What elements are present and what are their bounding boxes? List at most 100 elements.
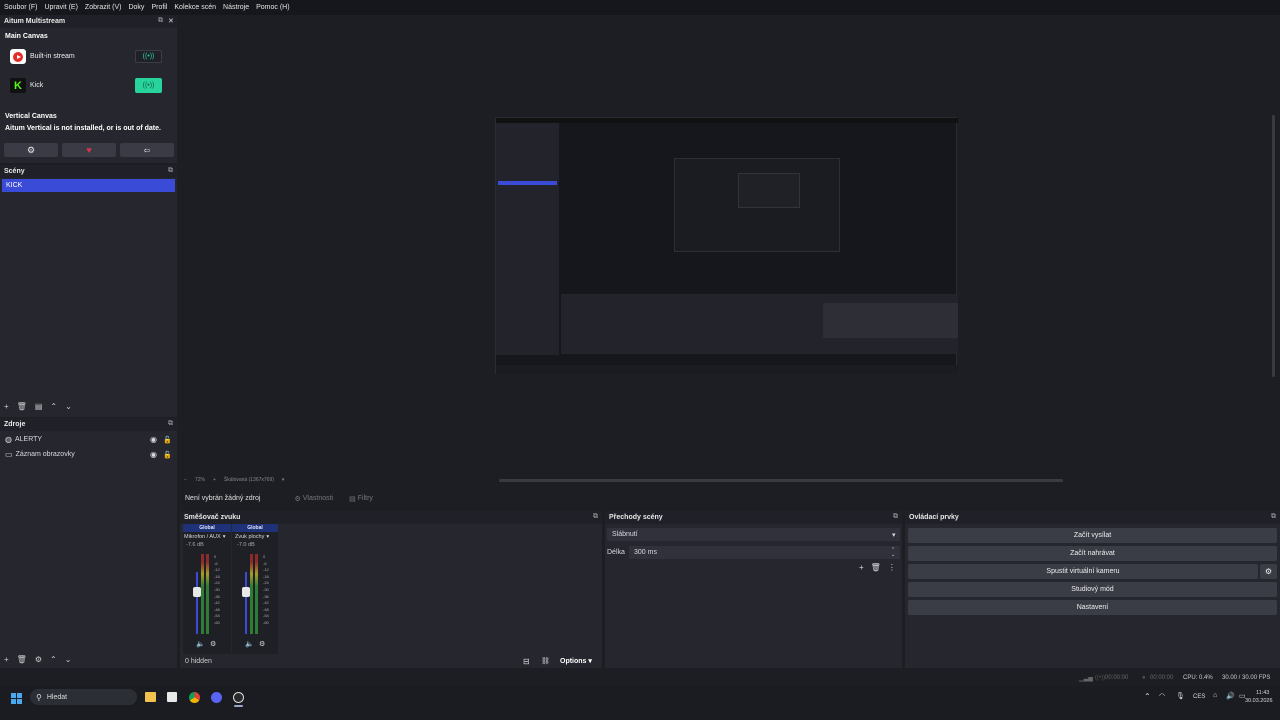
kick-stream-toggle[interactable]: ((•)): [135, 78, 162, 93]
network-icon[interactable]: ⌂: [1213, 692, 1217, 699]
spinner-icon[interactable]: ⌃ ⌄: [891, 547, 895, 558]
volume-meter: [250, 554, 253, 634]
preview-vscrollbar[interactable]: [1272, 115, 1275, 377]
speaker-icon[interactable]: 🔈: [245, 640, 254, 648]
down-arrow-icon[interactable]: ⌄: [65, 402, 72, 411]
trash-icon[interactable]: 🗑: [17, 655, 27, 664]
menu-help[interactable]: Pomoc (H): [256, 4, 289, 11]
properties-button[interactable]: ⚙ Vlastnosti: [294, 495, 333, 503]
filters-button[interactable]: ▤ Filtry: [349, 495, 373, 503]
float-icon[interactable]: ⧉: [158, 17, 163, 25]
close-icon[interactable]: ✕: [168, 17, 174, 25]
volume-icon[interactable]: 🔊: [1226, 692, 1235, 700]
volume-slider-handle[interactable]: [193, 587, 201, 597]
chrome-icon[interactable]: [189, 692, 200, 703]
chevron-up-icon[interactable]: ⌃: [1144, 692, 1151, 701]
virtual-camera-button[interactable]: Spustit virtuální kameru: [908, 564, 1258, 579]
float-icon[interactable]: ⧉: [168, 167, 173, 175]
up-arrow-icon[interactable]: ⌃: [50, 402, 57, 411]
add-icon[interactable]: +: [4, 402, 9, 411]
sources-title: Zdroje: [0, 418, 177, 431]
filter-icon[interactable]: ▤: [35, 402, 43, 411]
volume-slider-handle[interactable]: [242, 587, 250, 597]
float-icon[interactable]: ⧉: [893, 513, 898, 521]
menu-file[interactable]: Soubor (F): [4, 4, 37, 11]
lock-icon[interactable]: 🔓: [163, 451, 172, 459]
down-arrow-icon[interactable]: ⌄: [65, 655, 72, 664]
kick-icon: K: [10, 78, 26, 93]
mixer-settings-icon[interactable]: ⚙: [259, 640, 265, 648]
layout-icon[interactable]: ⊟: [523, 657, 530, 666]
record-indicator-icon: ●: [1142, 675, 1146, 681]
add-icon[interactable]: +: [4, 655, 9, 664]
properties-label: Vlastnosti: [302, 495, 334, 502]
output-name: Built-in stream: [30, 53, 75, 60]
start-recording-button[interactable]: Začít nahrávat: [908, 546, 1277, 561]
chevron-down-icon[interactable]: ▾: [223, 534, 226, 540]
float-icon[interactable]: ⧉: [593, 513, 598, 521]
preview-zoom-bar: − 72% + Škálovaná (1367x769) ▾: [184, 477, 284, 483]
lock-icon[interactable]: 🔓: [163, 436, 172, 444]
share-button[interactable]: ⇦: [120, 143, 174, 157]
zoom-out-icon[interactable]: −: [184, 477, 187, 483]
add-icon[interactable]: +: [859, 563, 864, 572]
trash-icon[interactable]: 🗑: [17, 402, 27, 411]
signal-icon: ▁▃▅: [1079, 675, 1093, 682]
donate-button[interactable]: ♥: [62, 143, 116, 157]
duration-input[interactable]: 300 ms ⌃ ⌄: [629, 546, 900, 559]
settings-button[interactable]: ⚙: [4, 143, 58, 157]
builtin-stream-toggle[interactable]: ((•)): [135, 50, 162, 63]
windows-start-icon[interactable]: [11, 693, 22, 704]
menu-scene-collection[interactable]: Kolekce scén: [174, 4, 216, 11]
channel-db: -7.6 dB: [186, 542, 204, 548]
studio-mode-button[interactable]: Studiový mód: [908, 582, 1277, 597]
menu-bar: Soubor (F) Upravit (E) Zobrazit (V) Doky…: [0, 0, 1280, 15]
wifi-icon[interactable]: ◠: [1159, 692, 1165, 700]
more-icon[interactable]: ⋮: [888, 563, 896, 572]
transition-select[interactable]: Slábnutí ▾: [607, 528, 900, 541]
menu-profile[interactable]: Profil: [151, 4, 167, 11]
start-streaming-button[interactable]: Začít vysílat: [908, 528, 1277, 543]
preview-scrollbar[interactable]: [499, 479, 1063, 482]
volume-slider-track[interactable]: [245, 572, 247, 634]
virtual-camera-settings-button[interactable]: ⚙: [1260, 564, 1277, 579]
file-explorer-icon[interactable]: [145, 692, 156, 702]
clock-time[interactable]: 11:43: [1256, 690, 1269, 696]
eye-icon[interactable]: ◉: [150, 435, 157, 444]
menu-tools[interactable]: Nástroje: [223, 4, 249, 11]
mixer-settings-icon[interactable]: ⚙: [210, 640, 216, 648]
source-item-screen[interactable]: ▭ Záznam obrazovky ◉ 🔓: [5, 449, 175, 460]
volume-slider-track[interactable]: [196, 572, 198, 634]
meter-scale: 0 -6 -12 -18 -24 -30 -36 -42 -48 -54 -60: [214, 554, 220, 627]
menu-edit[interactable]: Upravit (E): [44, 4, 77, 11]
clock-date[interactable]: 30.03.2026: [1245, 698, 1273, 704]
audio-mixer-dock: Směšovač zvuku ⧉ Global Mikrofon / AUX ▾…: [180, 511, 602, 668]
preview-area[interactable]: − 72% + Škálovaná (1367x769) ▾: [179, 15, 1280, 487]
chevron-down-icon[interactable]: ▾: [266, 534, 269, 540]
zoom-in-icon[interactable]: +: [213, 477, 216, 483]
gear-icon[interactable]: ⚙: [35, 655, 42, 664]
settings-button[interactable]: Nastavení: [908, 600, 1277, 615]
trash-icon[interactable]: 🗑: [871, 563, 881, 572]
source-item-alerty[interactable]: ◍ ALERTY ◉ 🔓: [5, 434, 175, 445]
chevron-down-icon[interactable]: ▾: [282, 477, 285, 483]
scene-item-kick[interactable]: KICK: [2, 179, 175, 192]
menu-docks[interactable]: Doky: [128, 4, 144, 11]
obs-icon[interactable]: [233, 692, 244, 703]
language-indicator[interactable]: CES: [1193, 694, 1205, 700]
microphone-icon[interactable]: 🎙: [1176, 692, 1185, 700]
discord-icon[interactable]: [211, 692, 222, 703]
filters-label: Filtry: [357, 495, 373, 502]
taskbar-search[interactable]: ⚲ Hledat: [30, 689, 137, 705]
options-button[interactable]: Options ▾: [560, 657, 592, 665]
eye-icon[interactable]: ◉: [150, 450, 157, 459]
scale-tick: -42: [263, 600, 269, 606]
speaker-icon[interactable]: 🔈: [196, 640, 205, 648]
notepad-icon[interactable]: [167, 692, 177, 702]
up-arrow-icon[interactable]: ⌃: [50, 655, 57, 664]
float-icon[interactable]: ⧉: [168, 420, 173, 428]
menu-view[interactable]: Zobrazit (V): [85, 4, 122, 11]
hidden-count: 0 hidden: [185, 657, 212, 665]
float-icon[interactable]: ⧉: [1271, 513, 1276, 521]
link-icon[interactable]: ⛓: [541, 657, 550, 665]
